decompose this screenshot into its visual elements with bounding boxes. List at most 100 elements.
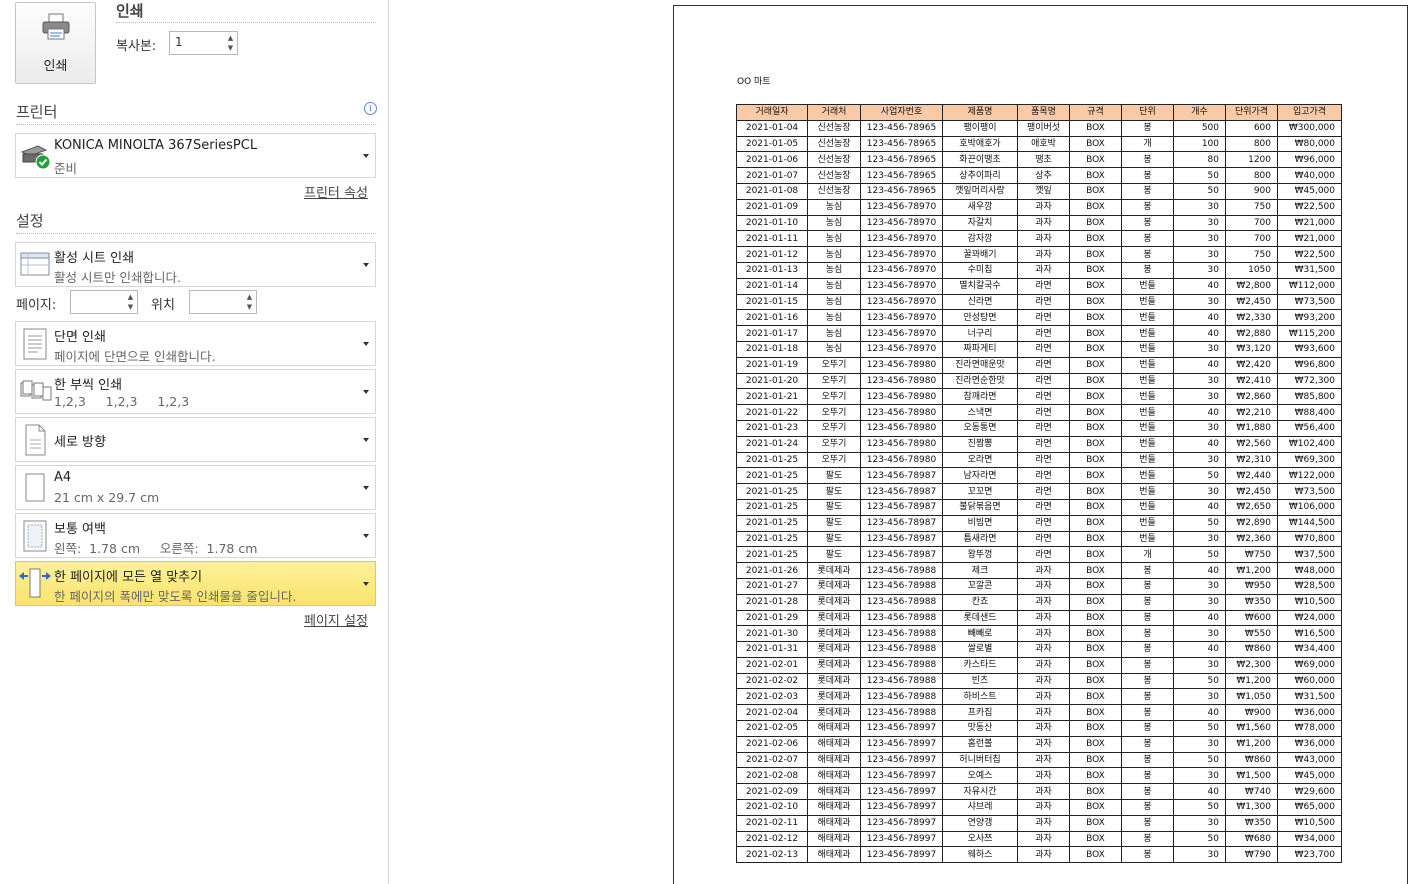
table-cell: ₩102,400 [1277,435,1342,453]
table-cell: 30 [1173,625,1226,643]
table-cell: 123-456-78970 [860,230,943,248]
table-cell: 번들 [1121,419,1174,437]
spin-up-icon[interactable]: ▲ [245,293,254,301]
table-cell: 123-456-78965 [860,167,943,184]
table-cell: 라면 [1017,530,1070,548]
table-cell: ₩40,000 [1277,167,1342,184]
table-cell: 봉 [1121,609,1174,627]
print-button-label: 인쇄 [43,59,68,74]
table-cell: 30 [1173,261,1226,279]
table-cell: 라면 [1017,277,1070,295]
table-cell: 123-456-78997 [860,720,943,737]
table-cell: 너구리 [942,325,1018,342]
page-setup-link[interactable]: 페이지 설정 [304,610,368,629]
table-cell: 2021-01-06 [736,151,808,169]
table-cell: 해태제과 [807,830,861,848]
table-cell: ₩2,860 [1225,388,1278,406]
collate-dropdown[interactable]: 한 부씩 인쇄 1,2,3 1,2,3 1,2,3 [15,369,376,414]
table-row: 2021-02-03 롯데제과 123-456-78988 하비스트 과자 BOX 봉 30 ₩… [736,688,1342,706]
table-cell: 라면 [1017,325,1070,342]
scaling-dropdown[interactable]: 한 페이지에 모든 열 맞추기 한 페이지의 폭에만 맞도록 인쇄물을 줄입니다… [15,561,376,606]
table-cell: BOX [1069,356,1122,374]
table-cell: 40 [1173,356,1226,374]
table-cell: 봉 [1121,814,1174,832]
table-cell: 과자 [1017,672,1070,690]
table-cell: 2021-01-16 [736,309,808,327]
column-header: 거래일자 [736,104,808,121]
table-cell: 상추 [1017,167,1070,184]
table-row: 2021-01-22 오뚜기 123-456-78980 스낵면 라면 BOX 번들 40 ₩2… [736,404,1342,421]
print-button[interactable]: 인쇄 [15,2,96,84]
table-cell: BOX [1069,261,1122,279]
table-cell: BOX [1069,340,1122,358]
info-icon[interactable]: i [364,102,377,115]
table-cell: 2021-01-25 [736,451,808,469]
table-row: 2021-01-17 농심 123-456-78970 너구리 라면 BOX 번들 40 ₩2,… [736,325,1342,342]
pages-from-input[interactable]: ▲ ▼ [70,290,138,314]
table-cell: 과자 [1017,246,1070,263]
table-cell: BOX [1069,609,1122,627]
print-scope-dropdown[interactable]: 활성 시트 인쇄 활성 시트만 인쇄합니다. [15,242,376,287]
table-cell: 롯데제과 [807,609,861,627]
table-cell: 123-456-78965 [860,135,943,153]
table-cell: ₩22,500 [1277,198,1342,216]
table-cell: ₩60,000 [1277,672,1342,690]
pages-label: 페이지: [16,298,57,313]
table-cell: 123-456-78997 [860,830,943,848]
sides-dropdown[interactable]: 단면 인쇄 페이지에 단면으로 인쇄합니다. [15,321,376,366]
table-cell: 오예스 [942,767,1018,785]
table-row: 2021-01-13 농심 123-456-78970 수미칩 과자 BOX 봉 30 1050… [736,261,1342,279]
column-header: 품목명 [1017,104,1070,121]
spin-down-icon[interactable]: ▼ [245,303,254,311]
table-cell: 123-456-78980 [860,435,943,453]
table-cell: 롯데제과 [807,672,861,690]
table-cell: 123-456-78970 [860,277,943,295]
table-cell: 꿀꽈배기 [942,246,1018,263]
printer-properties-link[interactable]: 프린터 속성 [304,182,368,201]
table-cell: ₩48,000 [1277,562,1342,579]
table-cell: BOX [1069,814,1122,832]
orientation-dropdown[interactable]: 세로 방향 [15,417,376,462]
spin-down-icon[interactable]: ▼ [226,44,235,52]
table-cell: 123-456-78988 [860,577,943,595]
table-cell: 2021-01-29 [736,609,808,627]
copies-input[interactable]: 1 ▲ ▼ [169,31,238,55]
copies-label: 복사본: [116,39,157,54]
table-cell: 봉 [1121,688,1174,706]
table-cell: ₩28,500 [1277,577,1342,595]
margins-dropdown[interactable]: 보통 여백 왼쪽: 1.78 cm 오른쪽: 1.78 cm [15,513,376,558]
table-cell: 오뚜기 [807,419,861,437]
spin-down-icon[interactable]: ▼ [126,303,135,311]
table-cell: ₩56,400 [1277,419,1342,437]
table-cell: 깻잎머리사랑 [942,182,1018,200]
chevron-down-icon [363,438,369,442]
table-cell: ₩80,000 [1277,135,1342,153]
table-cell: 롯데샌드 [942,609,1018,627]
table-cell: 팽이팽이 [942,119,1018,137]
spin-up-icon[interactable]: ▲ [126,293,135,301]
table-cell: 봉 [1121,751,1174,769]
table-cell: 화끈이땡초 [942,151,1018,169]
collate-title: 한 부씩 인쇄 [54,378,123,393]
spin-up-icon[interactable]: ▲ [226,34,235,42]
table-cell: 과자 [1017,720,1070,737]
table-row: 2021-01-14 농심 123-456-78970 멸치칼국수 라면 BOX 번들 40 ₩… [736,277,1342,295]
table-cell: ₩96,800 [1277,356,1342,374]
table-row: 2021-01-24 오뚜기 123-456-78980 진짬뽕 라면 BOX 번들 40 ₩2… [736,435,1342,453]
table-cell: 50 [1173,720,1226,737]
table-cell: BOX [1069,767,1122,785]
table-row: 2021-01-25 팔도 123-456-78987 왕뚜껑 라면 BOX 개 50 ₩750… [736,546,1342,564]
paper-size-dropdown[interactable]: A4 21 cm x 29.7 cm [15,465,376,510]
table-cell: 팔도 [807,498,861,516]
table-cell: ₩2,450 [1225,483,1278,500]
table-cell: BOX [1069,783,1122,801]
table-cell: 2021-02-13 [736,846,808,864]
divider [16,124,376,125]
table-cell: ₩34,000 [1277,830,1342,848]
printer-dropdown[interactable]: KONICA MINOLTA 367SeriesPCL 준비 [15,133,376,178]
table-cell: 해태제과 [807,846,861,864]
pages-to-input[interactable]: ▲ ▼ [189,290,257,314]
paper-icon [25,473,45,502]
table-cell: 123-456-78987 [860,546,943,564]
table-cell: 과자 [1017,735,1070,753]
